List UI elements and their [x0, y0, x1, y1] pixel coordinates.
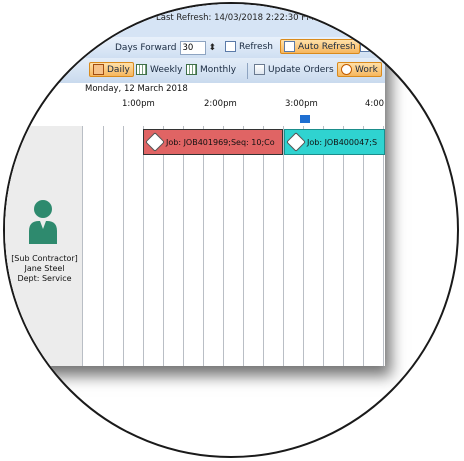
work-label: Work	[355, 64, 378, 75]
daily-label: Daily	[107, 64, 130, 75]
calendar-day-icon	[93, 64, 104, 75]
last-refresh-text: Last Refresh: 14/03/2018 2:22:30 PM	[156, 13, 314, 23]
days-forward-input[interactable]	[179, 41, 206, 55]
toolbar-separator	[247, 63, 248, 79]
time-tick-row	[5, 112, 385, 127]
resource-name: Jane Steel	[24, 264, 65, 273]
time-label-2pm: 2:00pm	[204, 99, 237, 109]
auto-refresh-icon	[284, 41, 295, 52]
top-toolbar: Days Forward ⬍ Refresh Auto Refresh	[5, 37, 385, 59]
schedule-grid[interactable]	[82, 126, 385, 366]
job-label: Job: JOB401969;Seq: 10;Co	[166, 137, 275, 147]
weekly-label: Weekly	[150, 64, 183, 75]
auto-refresh-button[interactable]: Auto Refresh	[280, 39, 360, 54]
resource-label[interactable]: [Sub Contractor] Jane Steel Dept: Servic…	[7, 254, 82, 284]
days-forward-spinner-icon[interactable]: ⬍	[209, 43, 217, 53]
scheduler-window: Last Refresh: 14/03/2018 2:22:30 PM Days…	[5, 4, 385, 366]
tag-icon	[286, 132, 306, 152]
date-label: Monday, 12 March 2018	[85, 84, 188, 94]
refresh-button[interactable]: Refresh	[225, 41, 273, 52]
status-strip: Last Refresh: 14/03/2018 2:22:30 PM	[5, 4, 385, 38]
job-bar-job401969[interactable]: Job: JOB401969;Seq: 10;Co	[143, 129, 283, 155]
monthly-view-button[interactable]: Monthly	[186, 64, 236, 75]
tag-icon	[145, 132, 165, 152]
resource-dept: Dept: Service	[17, 274, 72, 283]
refresh-label: Refresh	[239, 41, 273, 52]
resource-column	[5, 126, 83, 366]
update-orders-icon	[254, 64, 265, 75]
time-header: 1:00pm 2:00pm 3:00pm 4:00	[5, 97, 385, 112]
calendar-week-icon	[136, 64, 147, 75]
job-bar-job400047[interactable]: Job: JOB400047;S	[284, 129, 385, 155]
view-toolbar: Daily Weekly Monthly Update Orders Work	[5, 58, 385, 84]
resource-type: [Sub Contractor]	[11, 254, 78, 263]
work-button[interactable]: Work	[337, 62, 382, 77]
update-orders-label: Update Orders	[268, 64, 334, 75]
refresh-icon	[225, 41, 236, 52]
daily-view-button[interactable]: Daily	[89, 62, 134, 77]
overflow-icon[interactable]	[360, 41, 371, 52]
circular-frame: Last Refresh: 14/03/2018 2:22:30 PM Days…	[3, 2, 459, 458]
time-label-3pm: 3:00pm	[285, 99, 318, 109]
date-header: Monday, 12 March 2018	[5, 83, 385, 98]
clock-icon	[341, 64, 352, 75]
auto-refresh-label: Auto Refresh	[298, 41, 356, 52]
current-time-marker	[300, 115, 310, 123]
job-label: Job: JOB400047;S	[307, 137, 378, 147]
time-label-1pm: 1:00pm	[122, 99, 155, 109]
time-label-4pm: 4:00	[365, 99, 385, 109]
weekly-view-button[interactable]: Weekly	[136, 64, 182, 75]
person-icon	[27, 199, 59, 245]
monthly-label: Monthly	[200, 64, 237, 75]
days-forward-group: Days Forward ⬍	[115, 41, 216, 55]
days-forward-label: Days Forward	[115, 43, 177, 53]
calendar-month-icon	[186, 64, 197, 75]
update-orders-button[interactable]: Update Orders	[254, 64, 334, 75]
